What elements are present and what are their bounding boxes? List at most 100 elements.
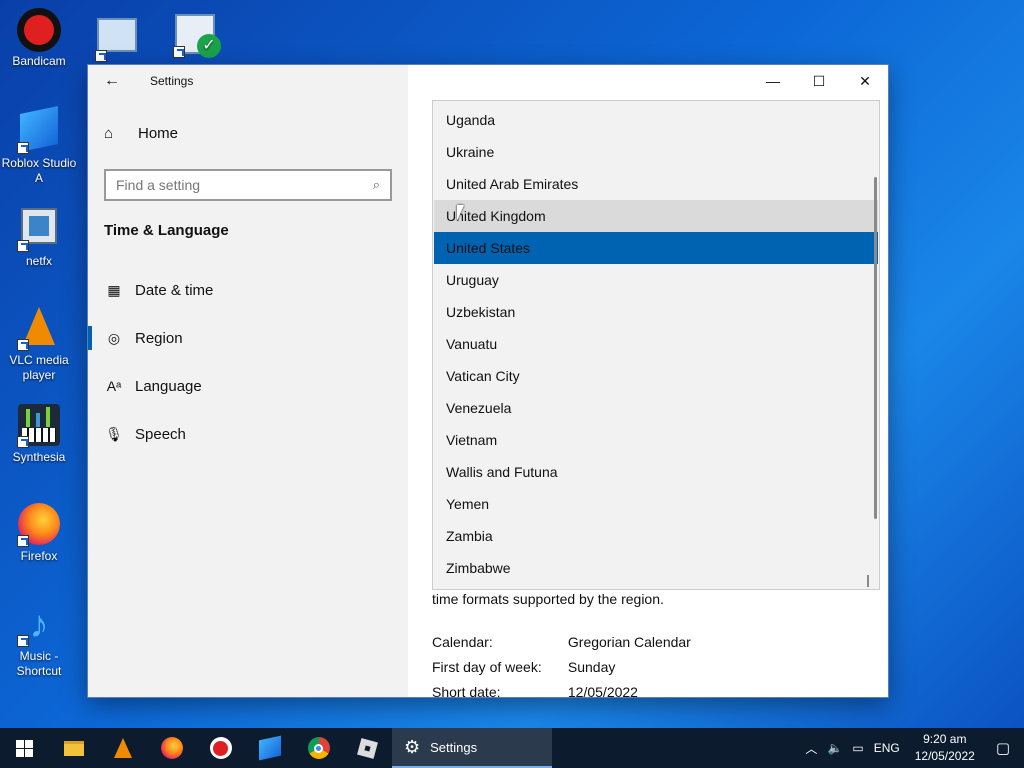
country-option[interactable]: Zambia [434,520,878,552]
search-icon: ⌕ [372,177,380,192]
bandicam-icon [17,8,61,52]
calendar-clock-icon: ▦ [107,281,121,298]
short-date-row: Short date: 12/05/2022 [432,684,638,697]
desktop-icon-label: Music - Shortcut [16,649,62,678]
country-option-selected[interactable]: United States [434,232,878,264]
firefox-icon [160,737,183,759]
desktop-icon-label: Firefox [20,549,58,563]
default-programs-icon: ✓ [173,14,221,58]
home-icon: ⌂ [104,125,114,142]
country-option[interactable]: Ukraine [434,136,878,168]
roblox-studio-icon [258,735,281,761]
settings-sidebar: ← Settings ⌂ Home Find a setting ⌕ Time … [88,65,408,697]
country-option[interactable]: Vatican City [434,360,878,392]
taskbar-settings-app[interactable]: ⚙ Settings [392,728,552,768]
desktop-icon-label: Bandicam [12,54,66,68]
settings-window: ← Settings ⌂ Home Find a setting ⌕ Time … [88,65,888,697]
language-icon: Aᵃ [106,378,122,394]
taskbar-settings-label: Settings [430,739,478,755]
region-format-description: time formats supported by the region. [432,591,664,607]
desktop-icon-firefox[interactable]: Firefox [0,503,78,564]
country-option[interactable]: Vanuatu [434,328,878,360]
search-placeholder: Find a setting [116,177,201,193]
pictures-icon [95,18,139,62]
sidebar-item-label: Language [135,377,202,395]
home-nav-item[interactable]: ⌂ Home [104,125,178,142]
taskbar-file-explorer[interactable] [49,728,98,768]
title-bar: ← Settings [88,65,408,97]
mouse-cursor-icon [457,205,464,221]
desktop-icon-synthesia[interactable]: Synthesia [0,404,78,465]
back-button[interactable]: ← [88,65,136,97]
desktop-icon-bandicam[interactable]: Bandicam [0,8,78,69]
country-option[interactable]: Vietnam [434,424,878,456]
start-button[interactable] [0,728,49,768]
country-option[interactable]: Yemen [434,488,878,520]
country-option[interactable]: Uganda [434,104,878,136]
desktop-icon-label: Roblox Studio A [1,156,77,185]
search-input[interactable]: Find a setting ⌕ [104,169,392,201]
desktop-icon-default[interactable]: ✓ [156,14,234,60]
country-option[interactable]: Wallis and Futuna [434,456,878,488]
taskbar-vlc[interactable] [98,728,147,768]
volume-icon[interactable]: 🔈 [827,741,842,755]
taskbar-roblox[interactable] [343,728,392,768]
taskbar-roblox-studio[interactable] [245,728,294,768]
window-title: Settings [150,74,194,88]
firefox-icon [17,503,61,547]
dropdown-scroll-end [867,575,869,587]
detail-key: First day of week: [432,659,542,675]
country-options: Uganda Ukraine United Arab Emirates Unit… [434,104,878,584]
sidebar-item-date-time[interactable]: ▦ Date & time [88,266,408,314]
chevron-up-icon[interactable]: ︿ [805,740,817,757]
calendar-row: Calendar: Gregorian Calendar [432,634,691,650]
detail-value: Gregorian Calendar [567,634,691,650]
taskbar: ⚙ Settings ︿ 🔈 ▭ ENG 9:20 am 12/05/2022 … [0,728,1024,768]
synthesia-icon [17,404,61,448]
desktop-icon-roblox-studio[interactable]: Roblox Studio A [0,105,78,186]
roblox-studio-icon [17,105,61,154]
action-center-icon[interactable]: ▢ [996,739,1010,757]
first-day-row: First day of week: Sunday [432,659,615,675]
windows-logo-icon [16,739,33,757]
country-option[interactable]: Uruguay [434,264,878,296]
sidebar-item-speech[interactable]: 🎙 Speech [88,410,408,458]
sidebar-item-label: Date & time [135,281,214,299]
desktop-icon-label: netfx [25,254,52,268]
taskbar-firefox[interactable] [147,728,196,768]
sidebar-item-region[interactable]: ◎ Region [88,314,408,362]
network-icon[interactable]: ▭ [852,741,863,755]
vlc-cone-icon [17,307,61,351]
country-dropdown-list[interactable]: Uganda Ukraine United Arab Emirates Unit… [432,100,880,590]
section-title: Time & Language [104,222,229,239]
detail-value: 12/05/2022 [567,684,638,697]
country-option[interactable]: United Arab Emirates [434,168,878,200]
record-icon [209,737,232,759]
country-option[interactable]: Zimbabwe [434,552,878,584]
country-option[interactable]: Uzbekistan [434,296,878,328]
sidebar-item-language[interactable]: Aᵃ Language [88,362,408,410]
microphone-icon: 🎙 [105,425,123,442]
desktop-icon-netfx[interactable]: netfx [0,206,78,269]
dropdown-scrollbar[interactable] [874,177,877,519]
desktop-icon-vlc[interactable]: VLC media player [0,305,78,383]
detail-value: Sunday [567,659,616,675]
home-label: Home [138,125,179,142]
gear-icon: ⚙ [404,736,421,757]
taskbar-chrome[interactable] [294,728,343,768]
desktop-icon-music[interactable]: ♪ Music - Shortcut [0,603,78,679]
sidebar-item-label: Speech [135,425,186,443]
vlc-cone-icon [113,738,132,758]
clock-date: 12/05/2022 [914,749,975,763]
detail-key: Calendar: [432,634,493,650]
system-tray: ︿ 🔈 ▭ ENG 9:20 am 12/05/2022 ▢ [800,728,1024,768]
clock-time: 9:20 am [923,732,967,746]
desktop-icon-label: Synthesia [12,450,66,464]
country-option-hovered[interactable]: United Kingdom [434,200,878,232]
taskbar-bandicam[interactable] [196,728,245,768]
input-language[interactable]: ENG [874,741,900,755]
clock[interactable]: 9:20 am 12/05/2022 [915,731,975,765]
country-option[interactable]: Venezuela [434,392,878,424]
chrome-icon [307,737,330,759]
desktop-icon-pictures[interactable] [78,14,156,64]
